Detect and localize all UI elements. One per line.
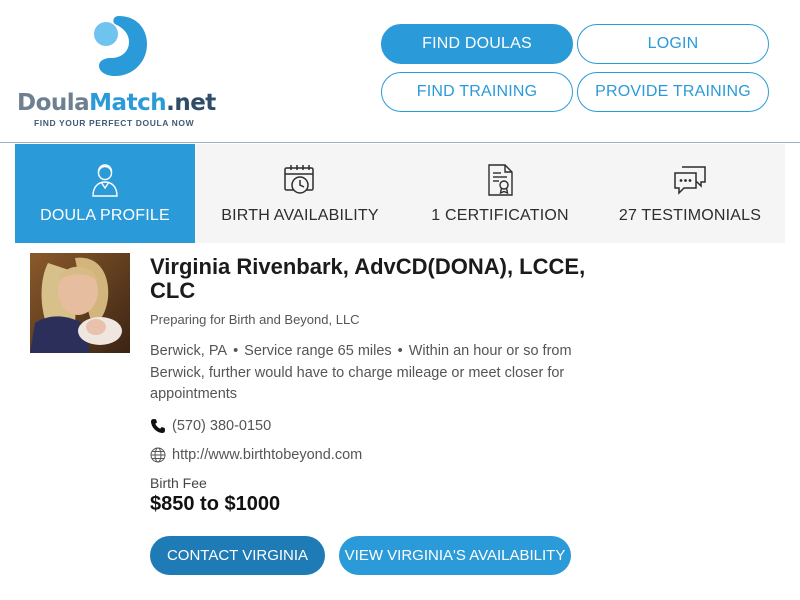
location-details: Berwick, PA • Service range 65 miles • Withi…: [150, 341, 610, 406]
site-header: DoulaMatch.net FIND YOUR PERFECT DOULA N…: [0, 0, 800, 143]
business-name: Preparing for Birth and Beyond, LLC: [150, 312, 360, 327]
phone-icon: [150, 418, 166, 434]
bullet-separator: •: [233, 343, 239, 359]
tab-doula-profile[interactable]: DOULA PROFILE: [15, 144, 195, 243]
tab-testimonials[interactable]: 27 TESTIMONIALS: [595, 144, 785, 243]
find-training-button[interactable]: FIND TRAINING: [381, 72, 573, 112]
tab-birth-availability-label: BIRTH AVAILABILITY: [221, 207, 379, 224]
birth-fee-value: $850 to $1000: [150, 493, 281, 515]
find-doulas-button[interactable]: FIND DOULAS: [381, 24, 573, 64]
city: Berwick, PA: [150, 343, 228, 359]
tab-certification-label: 1 CERTIFICATION: [431, 207, 569, 224]
site-logo[interactable]: DoulaMatch.net FIND YOUR PERFECT DOULA N…: [15, 10, 220, 132]
phone-row: (570) 380-0150: [150, 418, 271, 434]
certificate-icon: [482, 162, 518, 198]
bullet-separator: •: [397, 343, 403, 359]
globe-icon: [150, 447, 166, 463]
birth-fee-label: Birth Fee: [150, 475, 207, 491]
tab-birth-availability[interactable]: BIRTH AVAILABILITY: [195, 144, 405, 243]
login-button[interactable]: LOGIN: [577, 24, 769, 64]
calendar-clock-icon: [282, 162, 318, 198]
logo-wordmark: DoulaMatch.net: [17, 90, 216, 116]
logo-word-doula: Doula: [17, 90, 90, 116]
tab-certification[interactable]: 1 CERTIFICATION: [405, 144, 595, 243]
phone-number[interactable]: (570) 380-0150: [172, 418, 271, 434]
profile-tabs: DOULA PROFILE BIRTH AVAILABILITY 1 CERTI…: [15, 144, 785, 243]
contact-button[interactable]: CONTACT VIRGINIA: [150, 536, 325, 575]
logo-mark-icon: [94, 16, 147, 76]
tab-testimonials-label: 27 TESTIMONIALS: [618, 207, 762, 224]
logo-word-match: Match: [89, 90, 167, 116]
website-row: http://www.birthtobeyond.com: [150, 447, 362, 463]
doula-profile-icon: [87, 162, 123, 198]
logo-word-net: .net: [166, 90, 216, 116]
profile-photo: [30, 253, 130, 353]
website-link[interactable]: http://www.birthtobeyond.com: [172, 447, 362, 463]
doula-name: Virginia Rivenbark, AdvCD(DONA), LCCE, C…: [150, 254, 586, 303]
service-range: Service range 65 miles: [244, 343, 392, 359]
logo-tagline: FIND YOUR PERFECT DOULA NOW: [34, 118, 195, 128]
provide-training-button[interactable]: PROVIDE TRAINING: [577, 72, 769, 112]
chat-bubbles-icon: [672, 162, 708, 198]
tab-doula-profile-label: DOULA PROFILE: [40, 207, 170, 224]
view-availability-button[interactable]: VIEW VIRGINIA'S AVAILABILITY: [339, 536, 571, 575]
